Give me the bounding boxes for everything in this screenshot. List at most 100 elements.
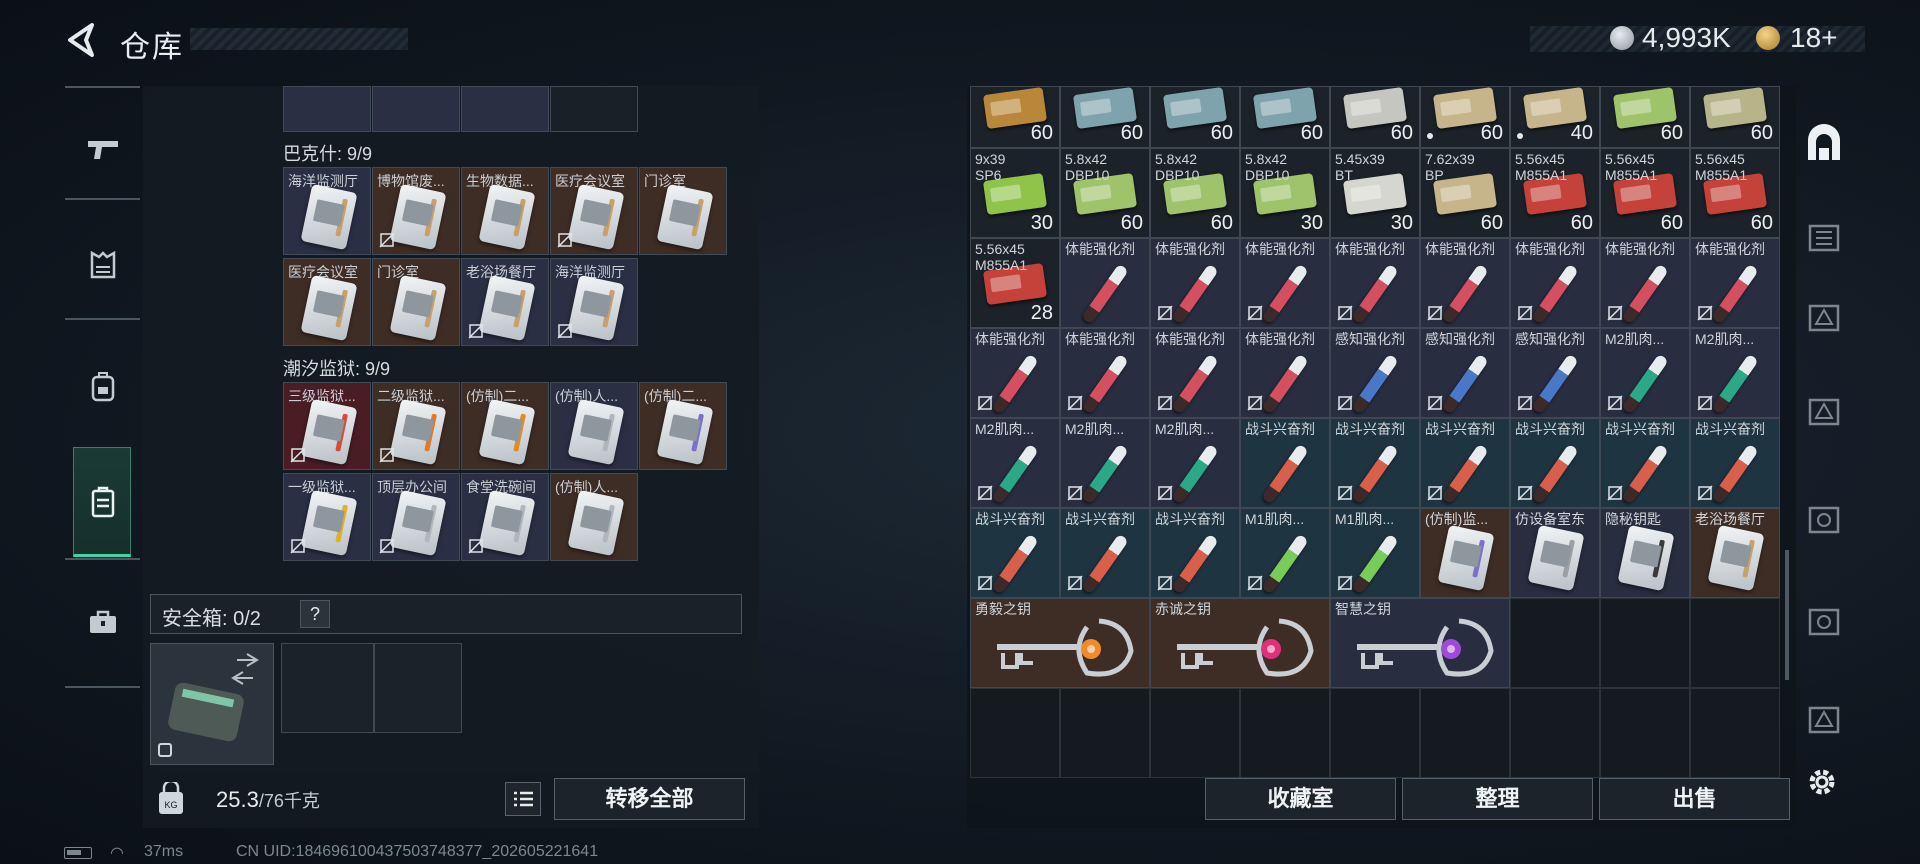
injector-slot[interactable]: 战斗兴奋剂	[1150, 508, 1240, 598]
injector-slot[interactable]: 战斗兴奋剂	[1600, 418, 1690, 508]
storage-tab-4-icon[interactable]	[1800, 494, 1848, 542]
injector-slot[interactable]: 体能强化剂	[1150, 328, 1240, 418]
keycard-slot[interactable]: 医疗会议室	[283, 258, 371, 346]
injector-slot[interactable]: 感知强化剂	[1420, 328, 1510, 418]
keycard-slot[interactable]: (仿制)人...	[550, 473, 638, 561]
ammo-slot[interactable]: 5.8x42 DBP10 60	[1150, 148, 1240, 238]
storage-home-icon[interactable]	[1800, 120, 1848, 168]
ammo-slot[interactable]: 60	[1150, 86, 1240, 148]
injector-slot[interactable]: M2肌肉...	[1150, 418, 1240, 508]
injector-slot[interactable]: 体能强化剂	[1330, 238, 1420, 328]
keycard-slot[interactable]: 食堂洗碗间	[461, 473, 549, 561]
ammo-slot[interactable]: 60	[1240, 86, 1330, 148]
empty-slot[interactable]	[1330, 688, 1420, 778]
storage-tab-1-icon[interactable]	[1800, 212, 1848, 260]
empty-slot[interactable]	[1240, 688, 1330, 778]
keycard-slot[interactable]: 门诊室	[639, 167, 727, 255]
item-slot[interactable]	[372, 86, 460, 132]
ammo-slot[interactable]: 40	[1510, 86, 1600, 148]
settings-gear-icon[interactable]	[1802, 762, 1842, 802]
injector-slot[interactable]: 战斗兴奋剂	[1510, 418, 1600, 508]
empty-slot[interactable]	[1060, 688, 1150, 778]
injector-slot[interactable]: 体能强化剂	[1150, 238, 1240, 328]
keycard-slot[interactable]: (仿制)二...	[461, 382, 549, 470]
injector-slot[interactable]: 战斗兴奋剂	[1060, 508, 1150, 598]
injector-slot[interactable]: M2肌肉...	[970, 418, 1060, 508]
empty-slot[interactable]	[1690, 688, 1780, 778]
sell-button[interactable]: 出售	[1599, 778, 1790, 820]
toolbox-icon[interactable]	[65, 592, 140, 652]
injector-slot[interactable]: 感知强化剂	[1510, 328, 1600, 418]
ammo-slot[interactable]: 5.56x45 M855A1 28	[970, 238, 1060, 328]
transfer-all-button[interactable]: 转移全部	[554, 778, 745, 820]
ammo-slot[interactable]: 7.62x39 BP 60	[1420, 148, 1510, 238]
injector-slot[interactable]: M2肌肉...	[1060, 418, 1150, 508]
injector-slot[interactable]: 战斗兴奋剂	[970, 508, 1060, 598]
empty-slot[interactable]	[1600, 688, 1690, 778]
keycard-slot[interactable]: 三级监狱...	[283, 382, 371, 470]
keycard-slot[interactable]: 生物数据...	[461, 167, 549, 255]
injector-slot[interactable]: 体能强化剂	[1240, 328, 1330, 418]
keycard-slot[interactable]: 二级监狱...	[372, 382, 460, 470]
empty-slot[interactable]	[1510, 688, 1600, 778]
injector-slot[interactable]: M2肌肉...	[1690, 328, 1780, 418]
empty-slot[interactable]	[1420, 688, 1510, 778]
keycard-slot[interactable]: (仿制)监...	[1420, 508, 1510, 598]
injector-slot[interactable]: 战斗兴奋剂	[1330, 418, 1420, 508]
injector-slot[interactable]: 体能强化剂	[1060, 238, 1150, 328]
ammo-slot[interactable]: 5.8x42 DBP10 60	[1060, 148, 1150, 238]
injector-slot[interactable]: M1肌肉...	[1240, 508, 1330, 598]
ammo-slot[interactable]: 5.56x45 M855A1 60	[1600, 148, 1690, 238]
keycard-slot[interactable]: (仿制)二...	[639, 382, 727, 470]
injector-slot[interactable]: 战斗兴奋剂	[1240, 418, 1330, 508]
ammo-slot[interactable]: 9x39 SP6 30	[970, 148, 1060, 238]
injector-slot[interactable]: 感知强化剂	[1330, 328, 1420, 418]
armor-icon[interactable]	[65, 236, 140, 296]
injector-slot[interactable]: M1肌肉...	[1330, 508, 1420, 598]
storage-tab-5-icon[interactable]	[1800, 596, 1848, 644]
help-button[interactable]: ?	[300, 600, 330, 628]
ammo-slot[interactable]: 5.45x39 BT 30	[1330, 148, 1420, 238]
item-slot[interactable]	[283, 86, 371, 132]
keycard-slot[interactable]: 隐秘钥匙	[1600, 508, 1690, 598]
injector-slot[interactable]: 战斗兴奋剂	[1690, 418, 1780, 508]
keycard-slot[interactable]: 顶层办公间	[372, 473, 460, 561]
list-view-button[interactable]	[505, 782, 541, 816]
storage-tab-2-icon[interactable]	[1800, 292, 1848, 340]
injector-slot[interactable]: 体能强化剂	[1600, 238, 1690, 328]
empty-slot[interactable]	[970, 688, 1060, 778]
item-slot[interactable]	[461, 86, 549, 132]
key-slot[interactable]: 勇毅之钥	[970, 598, 1150, 688]
keycard-slot[interactable]: 仿设备室东	[1510, 508, 1600, 598]
keycard-slot[interactable]: 海洋监测厅	[550, 258, 638, 346]
ammo-slot[interactable]: 60	[1330, 86, 1420, 148]
case-icon[interactable]	[65, 472, 140, 532]
storage-tab-6-icon[interactable]	[1800, 694, 1848, 742]
weapon-icon[interactable]	[65, 120, 140, 180]
backpack-icon[interactable]	[65, 356, 140, 416]
ammo-slot[interactable]: 5.56x45 M855A1 60	[1510, 148, 1600, 238]
storage-tab-3-icon[interactable]	[1800, 386, 1848, 434]
storage-scrollbar[interactable]	[1785, 550, 1789, 680]
organize-button[interactable]: 整理	[1402, 778, 1593, 820]
empty-slot[interactable]	[1600, 598, 1690, 688]
ammo-slot[interactable]: 60	[1060, 86, 1150, 148]
empty-slot[interactable]	[1150, 688, 1240, 778]
injector-slot[interactable]: 体能强化剂	[1240, 238, 1330, 328]
injector-slot[interactable]: 战斗兴奋剂	[1420, 418, 1510, 508]
ammo-slot[interactable]: 60	[1600, 86, 1690, 148]
ammo-slot[interactable]: 5.56x45 M855A1 60	[1690, 148, 1780, 238]
keycard-slot[interactable]: 老浴场餐厅	[1690, 508, 1780, 598]
empty-slot[interactable]	[550, 86, 638, 132]
keycard-slot[interactable]: 老浴场餐厅	[461, 258, 549, 346]
ammo-slot[interactable]: 60	[1420, 86, 1510, 148]
empty-slot[interactable]	[1510, 598, 1600, 688]
ammo-slot[interactable]: 60	[1690, 86, 1780, 148]
empty-slot[interactable]	[1690, 598, 1780, 688]
keycard-slot[interactable]: 一级监狱...	[283, 473, 371, 561]
key-slot[interactable]: 智慧之钥	[1330, 598, 1510, 688]
keycard-slot[interactable]: 海洋监测厅	[283, 167, 371, 255]
keycard-slot[interactable]: 博物馆废...	[372, 167, 460, 255]
keycard-slot[interactable]: (仿制)人...	[550, 382, 638, 470]
injector-slot[interactable]: 体能强化剂	[1420, 238, 1510, 328]
